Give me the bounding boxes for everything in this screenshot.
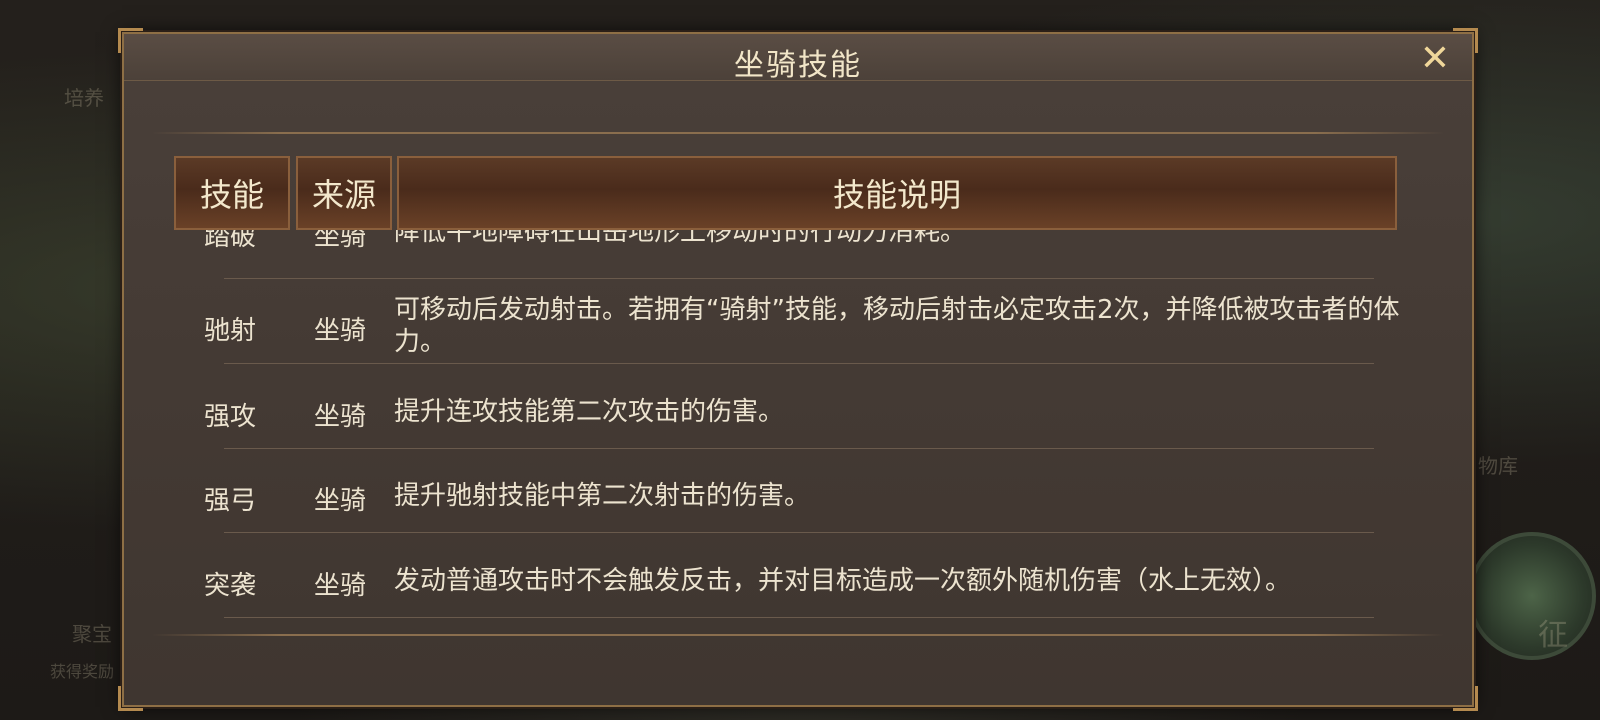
skill-description: 提升驰射技能中第二次射击的伤害。 [394,481,811,511]
top-divider [152,132,1444,134]
frame-corner-ornament [1453,686,1478,711]
skill-name: 驰射 [204,316,257,346]
bg-label-expedition: 征 [1538,618,1568,653]
skill-source: 坐骑 [314,571,367,601]
skill-description: 降低平地障碍在山岳地形上移动时的行动力消耗。 [394,230,967,247]
close-icon[interactable]: ✕ [1418,41,1452,77]
dialog-title: 坐骑技能 [734,48,862,83]
skill-name: 强弓 [204,486,257,516]
row-divider [224,532,1374,533]
row-divider [224,278,1374,279]
dialog-title-bar: 坐骑技能 ✕ [124,34,1472,83]
skill-name: 踏破 [204,230,257,252]
skill-source: 坐骑 [314,402,367,432]
bg-label-reward: 获得奖励 [50,662,115,681]
skill-source: 坐骑 [314,316,367,346]
skill-source: 坐骑 [314,486,367,516]
header-skill: 技能 [174,156,290,230]
skill-name: 强攻 [204,402,257,432]
header-source: 来源 [296,156,392,230]
skill-source: 坐骑 [314,230,367,252]
skill-name: 突袭 [204,571,257,601]
skill-description: 提升连攻技能第二次攻击的伤害。 [394,397,785,427]
row-divider [224,448,1374,449]
header-description: 技能说明 [397,156,1397,230]
skill-description: 可移动后发动射击。若拥有“骑射”技能，移动后射击必定攻击2次，并降低被攻击者的体… [394,295,1400,357]
skill-description: 发动普通攻击时不会触发反击，并对目标造成一次额外随机伤害（水上无效）。 [394,566,1292,596]
bg-label-warehouse: 物库 [1478,454,1518,478]
bottom-divider [152,634,1444,636]
bg-label-treasure: 聚宝 [72,622,112,646]
row-divider [224,617,1374,618]
bg-label-cultivate: 培养 [64,86,104,110]
frame-corner-ornament [118,686,143,711]
skill-list[interactable]: 踏破 坐骑 降低平地障碍在山岳地形上移动时的行动力消耗。 驰射 坐骑 可移动后发… [174,230,1424,650]
mount-skills-dialog: 坐骑技能 ✕ 技能 来源 技能说明 踏破 坐骑 降低平地障碍在山岳地形上移动时的… [118,28,1478,711]
expedition-medal-icon [1468,532,1596,660]
row-divider [224,363,1374,364]
